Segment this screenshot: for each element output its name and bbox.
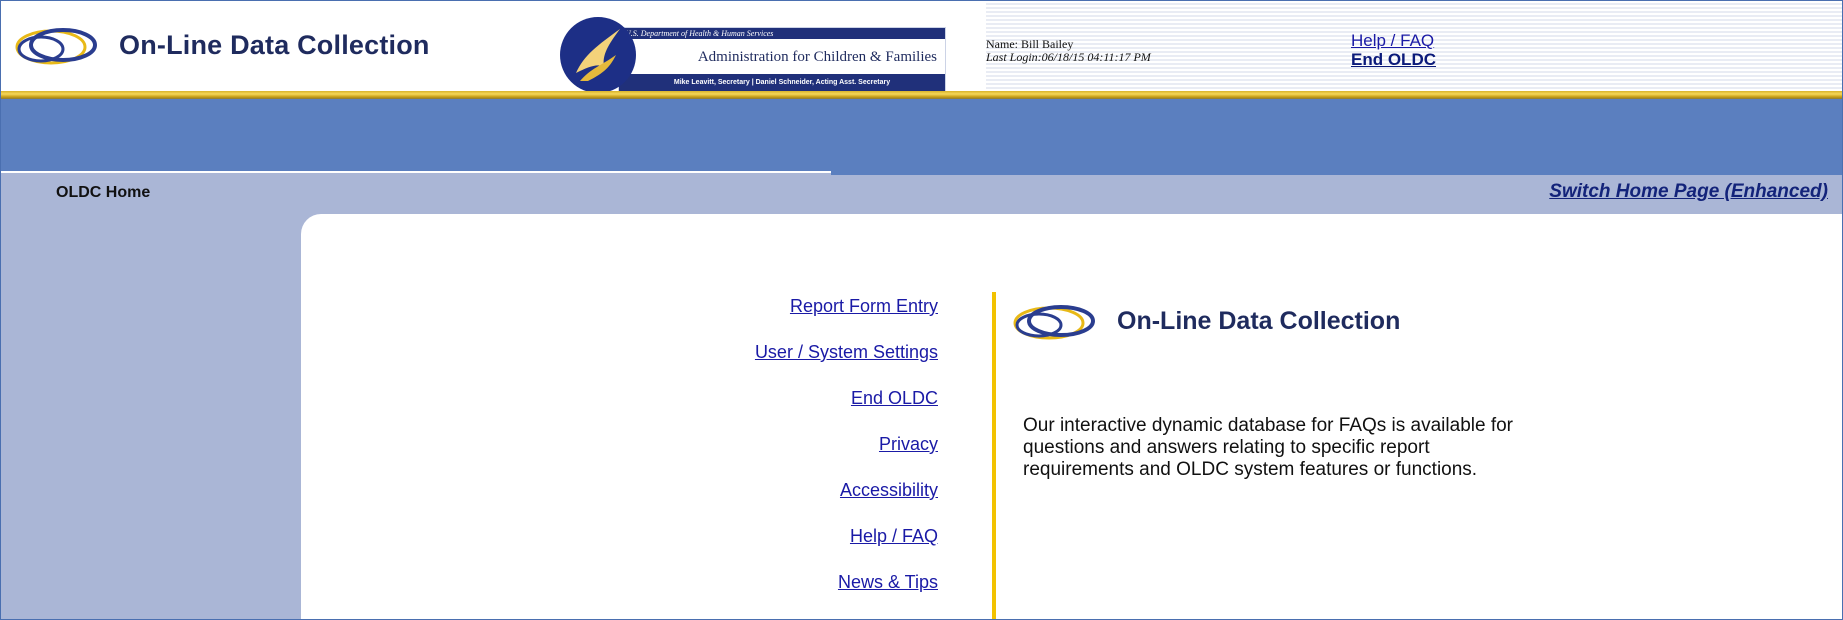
oldc-rings-logo-icon	[1013, 305, 1095, 340]
acf-banner: U.S. Department of Health & Human Servic…	[618, 27, 946, 92]
gold-divider	[1, 91, 1842, 99]
header-links: Help / FAQ End OLDC	[1351, 31, 1436, 69]
menu-report-form-entry[interactable]: Report Form Entry	[601, 296, 938, 316]
hhs-department-line: U.S. Department of Health & Human Servic…	[619, 28, 945, 39]
app-brand[interactable]: On-Line Data Collection	[11, 19, 430, 71]
menu-news-tips[interactable]: News & Tips	[601, 572, 938, 592]
app-frame: On-Line Data Collection U.S. Department …	[0, 0, 1843, 620]
panel-description: Our interactive dynamic database for FAQ…	[1023, 415, 1514, 480]
oldc-rings-logo-icon	[15, 28, 97, 65]
vertical-gold-divider	[992, 292, 996, 619]
breadcrumb[interactable]: OLDC Home	[56, 184, 150, 202]
acf-agency-name: Administration for Children & Families	[697, 49, 937, 65]
panel-title: On-Line Data Collection	[1117, 306, 1401, 335]
panel-brand: On-Line Data Collection	[1009, 296, 1400, 346]
acf-badge: U.S. Department of Health & Human Servic…	[558, 15, 946, 93]
hhs-eagle-icon	[560, 17, 636, 93]
user-info: Name: Bill Bailey Last Login:06/18/15 04…	[986, 38, 1151, 64]
menu-privacy[interactable]: Privacy	[601, 434, 938, 454]
nav-bar	[1, 99, 1842, 171]
menu-help-faq[interactable]: Help / FAQ	[601, 526, 938, 546]
main-menu: Report Form Entry User / System Settings…	[601, 296, 938, 618]
header-help-link[interactable]: Help / FAQ	[1351, 31, 1436, 50]
last-login: Last Login:06/18/15 04:11:17 PM	[986, 50, 1151, 64]
acf-officials-line: Mike Leavitt, Secretary | Daniel Schneid…	[619, 74, 945, 91]
app-title: On-Line Data Collection	[119, 29, 430, 60]
menu-user-system-settings[interactable]: User / System Settings	[601, 342, 938, 362]
menu-end-oldc[interactable]: End OLDC	[601, 388, 938, 408]
menu-accessibility[interactable]: Accessibility	[601, 480, 938, 500]
header-end-oldc-link[interactable]: End OLDC	[1351, 50, 1436, 69]
header: On-Line Data Collection U.S. Department …	[1, 1, 1842, 93]
switch-home-page-link[interactable]: Switch Home Page (Enhanced)	[1549, 181, 1828, 203]
